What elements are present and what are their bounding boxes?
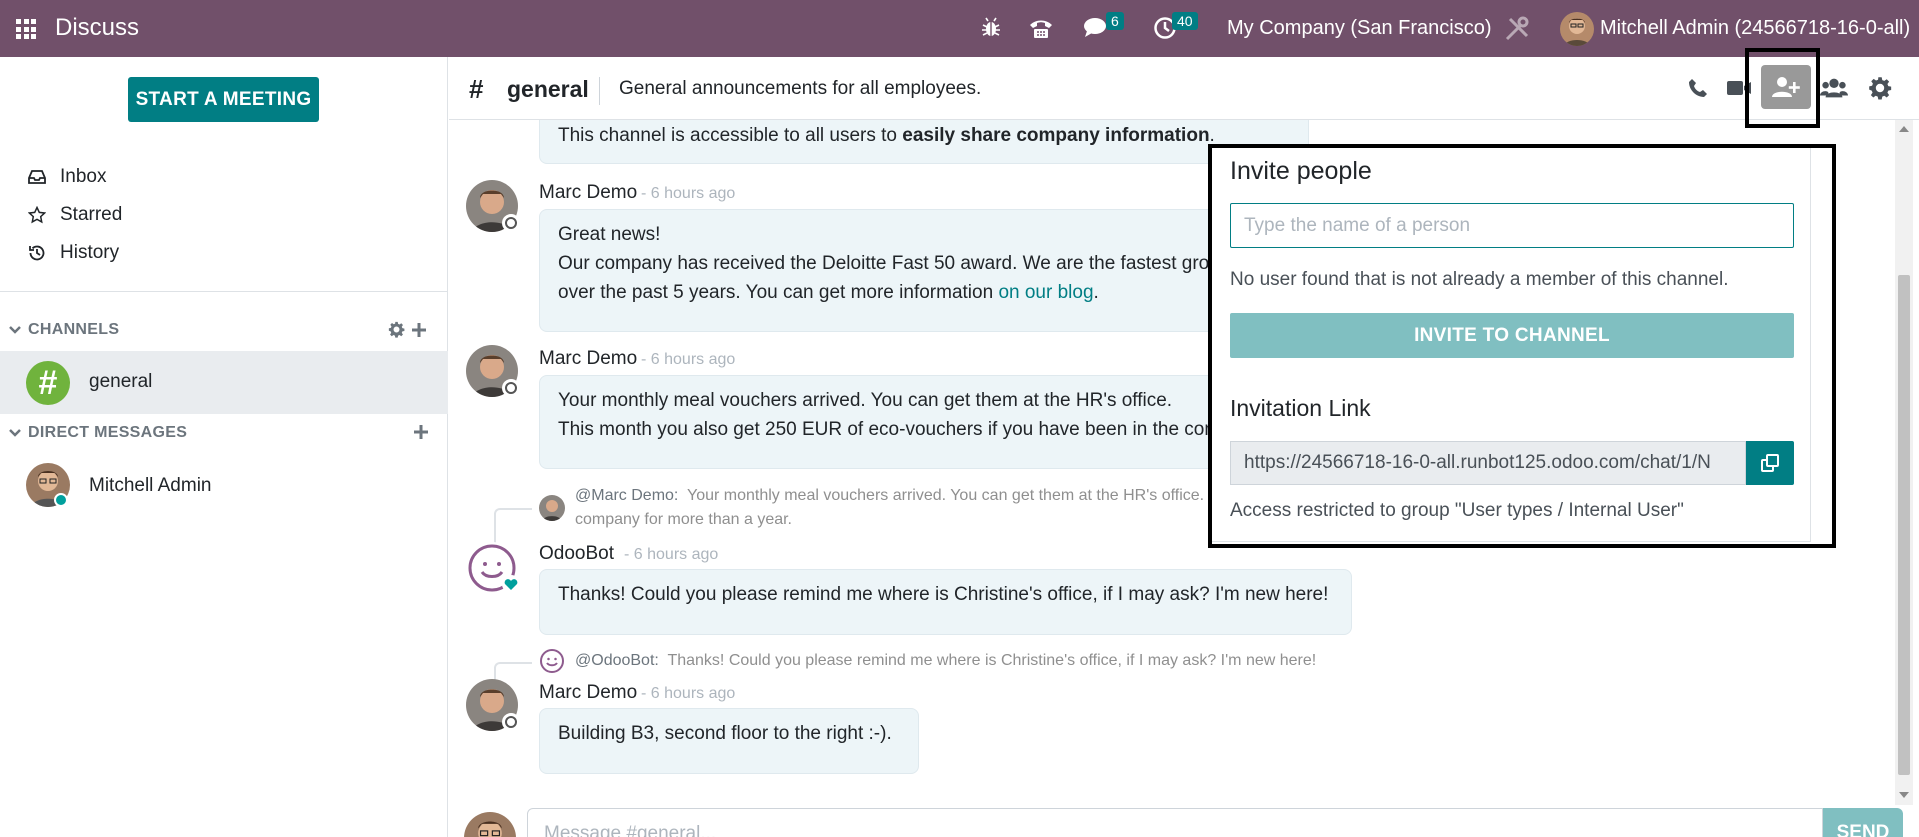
user-menu[interactable]: Mitchell Admin (24566718-16-0-all) xyxy=(1600,17,1910,40)
start-meeting-button[interactable]: START A MEETING xyxy=(128,77,319,122)
user-avatar[interactable] xyxy=(1560,12,1594,46)
invitation-link-field[interactable]: https://24566718-16-0-all.runbot125.odoo… xyxy=(1230,441,1746,485)
scroll-up-arrow-icon[interactable] xyxy=(1899,126,1909,132)
message-time: - 6 hours ago xyxy=(641,685,736,702)
message-bubble: Great news! Our company has received the… xyxy=(539,209,1309,332)
message-author[interactable]: Marc Demo xyxy=(539,182,637,204)
message-time: - 6 hours ago xyxy=(641,351,736,368)
activities-count-badge: 40 xyxy=(1172,12,1198,30)
messages-chat-icon[interactable] xyxy=(1083,16,1107,40)
heart-status-icon xyxy=(502,575,520,593)
message-author[interactable]: Marc Demo xyxy=(539,682,637,704)
messages-count-badge: 6 xyxy=(1106,12,1124,30)
tools-icon[interactable] xyxy=(1504,16,1529,41)
add-chat-plus-icon[interactable] xyxy=(413,424,429,440)
message-bubble: This channel is accessible to all users … xyxy=(539,120,1309,164)
invite-title: Invite people xyxy=(1230,157,1372,185)
chevron-down-icon xyxy=(9,429,21,437)
direct-messages-header: DIRECT MESSAGES xyxy=(28,424,188,441)
thread-scrollbar[interactable] xyxy=(1895,120,1913,805)
channel-name: general xyxy=(89,371,153,392)
message-author[interactable]: OdooBot xyxy=(539,543,614,565)
channel-settings-gear-icon[interactable] xyxy=(388,321,405,338)
reply-connector xyxy=(494,508,532,544)
invitation-link-title: Invitation Link xyxy=(1230,395,1371,421)
invite-search-input[interactable] xyxy=(1230,203,1794,248)
offline-status-icon xyxy=(502,214,520,232)
scroll-thumb[interactable] xyxy=(1898,275,1910,775)
company-switcher[interactable]: My Company (San Francisco) xyxy=(1227,17,1492,40)
apps-menu-icon[interactable] xyxy=(16,19,36,39)
reply-preview[interactable]: @Marc Demo: Your monthly meal vouchers a… xyxy=(575,484,1204,532)
app-title[interactable]: Discuss xyxy=(55,14,139,42)
members-group-icon[interactable] xyxy=(1820,74,1848,102)
inbox-icon xyxy=(28,170,46,184)
mailbox-history[interactable]: History xyxy=(28,242,119,264)
chevron-down-icon xyxy=(9,326,21,334)
channel-item-general[interactable]: # general xyxy=(0,351,448,414)
copy-icon xyxy=(1761,454,1779,472)
scroll-down-arrow-icon[interactable] xyxy=(1899,792,1909,798)
no-user-message: No user found that is not already a memb… xyxy=(1230,269,1729,290)
settings-gear-icon[interactable] xyxy=(1866,74,1894,102)
call-phone-icon[interactable] xyxy=(1684,74,1712,102)
debug-bug-icon[interactable] xyxy=(979,16,1003,40)
send-button[interactable]: SEND xyxy=(1823,808,1903,837)
dm-item-mitchell-admin[interactable]: Mitchell Admin xyxy=(0,455,448,515)
thread-header: # general General announcements for all … xyxy=(449,57,1919,120)
sidebar: START A MEETING Inbox Starred History CH… xyxy=(0,57,448,837)
channels-header: CHANNELS xyxy=(28,321,120,338)
direct-messages-category-toggle[interactable]: DIRECT MESSAGES xyxy=(8,424,187,442)
voip-phone-icon[interactable] xyxy=(1028,16,1052,40)
mailbox-starred[interactable]: Starred xyxy=(28,204,122,226)
online-status-icon xyxy=(54,493,68,507)
add-channel-plus-icon[interactable] xyxy=(411,322,427,338)
mailbox-inbox[interactable]: Inbox xyxy=(28,166,106,188)
sidebar-divider xyxy=(0,291,448,292)
channels-actions xyxy=(388,321,427,338)
invite-to-channel-button[interactable]: INVITE TO CHANNEL xyxy=(1230,313,1794,358)
message-time: - 6 hours ago xyxy=(624,546,719,563)
channel-hash-icon: # xyxy=(469,74,484,104)
access-restriction-note: Access restricted to group "User types /… xyxy=(1230,500,1684,521)
dm-name: Mitchell Admin xyxy=(89,475,212,496)
star-icon xyxy=(28,206,46,224)
message-author[interactable]: Marc Demo xyxy=(539,348,637,370)
message-time: - 6 hours ago xyxy=(641,185,736,202)
reply-odoobot-avatar xyxy=(539,648,565,674)
copy-link-button[interactable] xyxy=(1746,441,1794,485)
message-bubble: Your monthly meal vouchers arrived. You … xyxy=(539,375,1309,469)
channel-hash-avatar: # xyxy=(26,361,70,405)
dm-actions xyxy=(413,424,429,440)
message-composer-input[interactable]: Message #general... xyxy=(527,808,1823,837)
blog-link[interactable]: on our blog xyxy=(998,282,1093,303)
reply-preview[interactable]: @OdooBot: Thanks! Could you please remin… xyxy=(575,649,1316,673)
offline-status-icon xyxy=(502,713,520,731)
history-icon xyxy=(29,245,45,261)
reply-author-avatar xyxy=(539,495,565,521)
message-bubble: Thanks! Could you please remind me where… xyxy=(539,569,1352,635)
mailbox-label: History xyxy=(60,242,120,263)
header-divider xyxy=(599,77,600,105)
video-camera-icon[interactable] xyxy=(1725,74,1753,102)
composer-avatar xyxy=(464,812,516,837)
channels-category-toggle[interactable]: CHANNELS xyxy=(8,321,119,339)
add-users-icon[interactable] xyxy=(1761,65,1811,109)
thread-description[interactable]: General announcements for all employees. xyxy=(619,78,981,100)
invite-popover: Invite people No user found that is not … xyxy=(1210,147,1811,542)
mailbox-label: Inbox xyxy=(60,166,107,187)
thread-name[interactable]: general xyxy=(507,76,589,103)
offline-status-icon xyxy=(502,379,520,397)
top-navbar: Discuss 6 40 My Company (San Francisco) … xyxy=(0,0,1919,57)
message-bubble: Building B3, second floor to the right :… xyxy=(539,708,919,774)
mailbox-label: Starred xyxy=(60,204,123,225)
